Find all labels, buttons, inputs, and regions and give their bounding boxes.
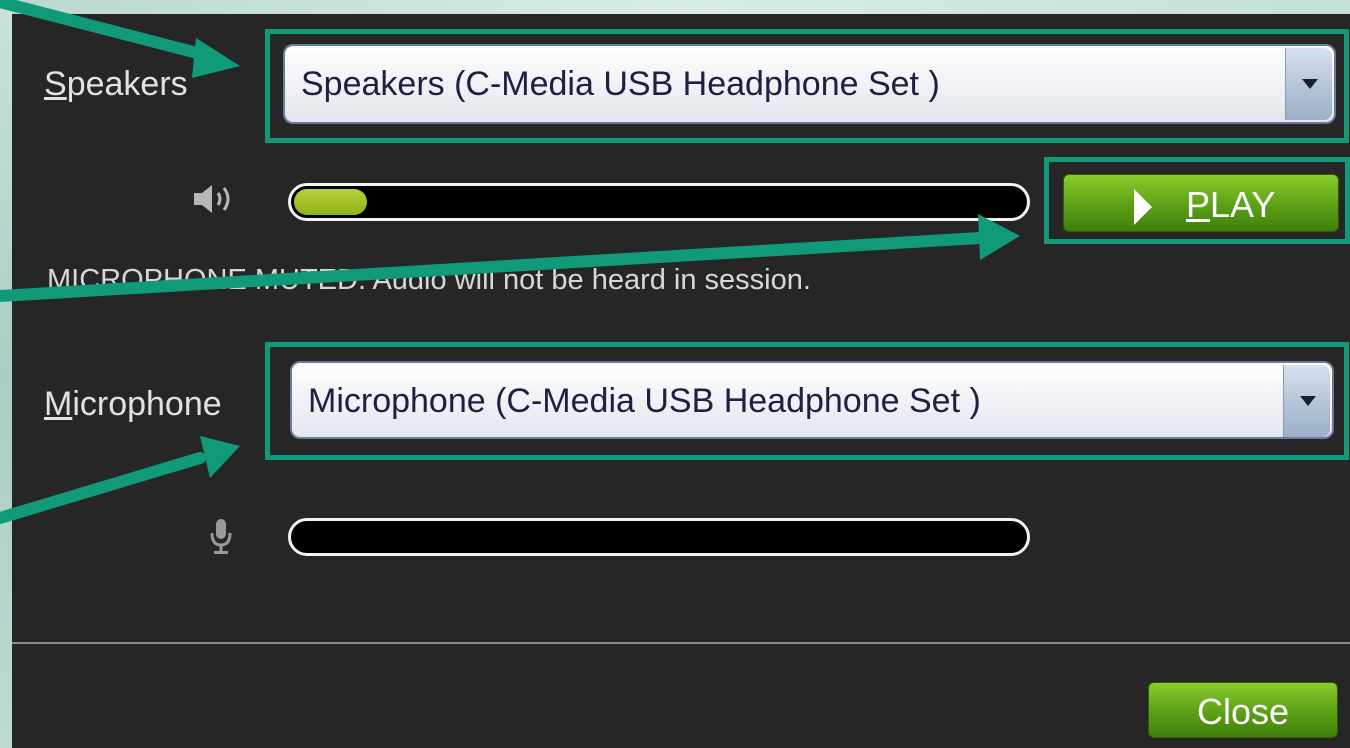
microphone-icon [208, 517, 234, 562]
divider [12, 642, 1350, 644]
microphone-muted-message: MICROPHONE MUTED. Audio will not be hear… [47, 264, 811, 296]
speaker-volume-icon [192, 183, 238, 220]
background-top [0, 0, 1350, 14]
microphone-input-meter [288, 518, 1030, 556]
play-button-highlight [1044, 157, 1350, 244]
speakers-select-highlight [265, 29, 1349, 143]
speaker-volume-meter [288, 183, 1030, 221]
speakers-label: Speakers [44, 65, 188, 103]
speaker-volume-fill [294, 189, 367, 215]
background-left [0, 0, 12, 748]
close-button[interactable]: Close [1148, 682, 1338, 738]
microphone-select-highlight [265, 342, 1349, 460]
close-button-label: Close [1196, 691, 1290, 732]
microphone-label: Microphone [44, 385, 222, 423]
